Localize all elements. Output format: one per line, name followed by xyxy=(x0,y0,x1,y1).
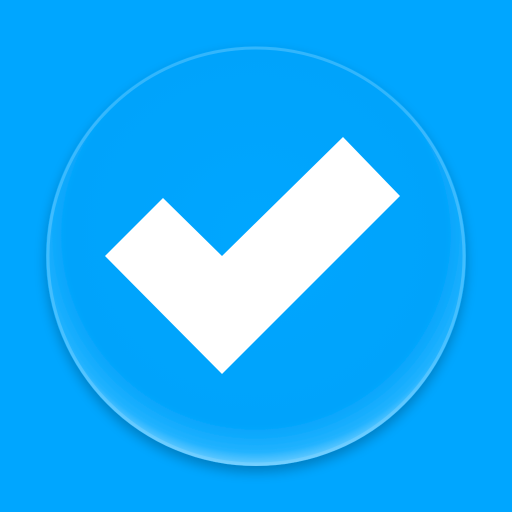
checkmark-app-icon xyxy=(0,0,512,512)
checkmark-icon xyxy=(0,0,512,512)
